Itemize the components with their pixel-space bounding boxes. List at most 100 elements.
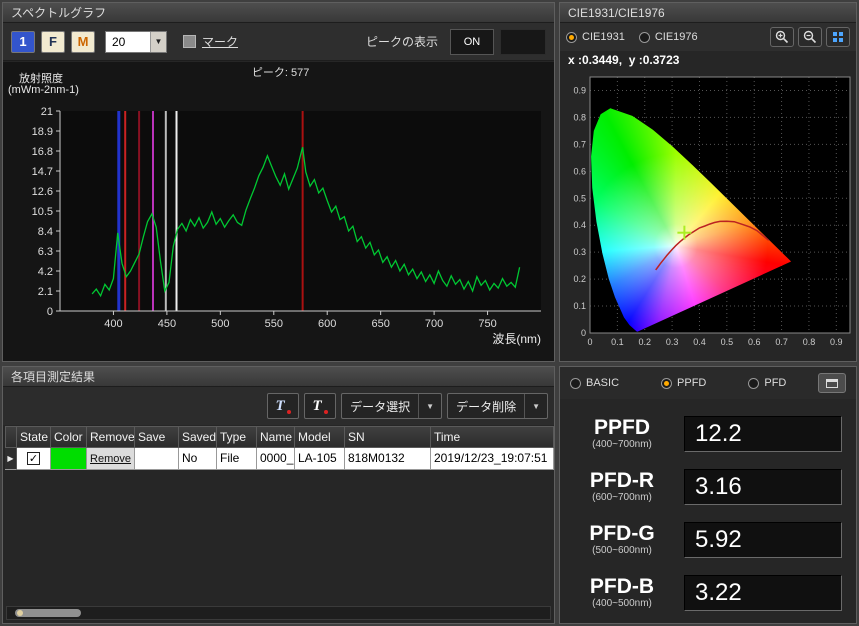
font-style-button-2[interactable]: T [304, 393, 336, 419]
average-count-select[interactable]: 20 ▼ [105, 31, 167, 53]
radio-label: PFD [764, 377, 786, 389]
font-icon: T [276, 398, 285, 415]
horizontal-scrollbar[interactable] [6, 606, 551, 620]
measurement-value: 3.16 [684, 469, 842, 505]
fit-view-button[interactable] [826, 27, 850, 47]
column-header-model[interactable]: Model [295, 426, 345, 448]
radio-dot [661, 378, 672, 389]
measurement-range: (400~500nm) [568, 598, 676, 609]
x-tick-label: 750 [478, 318, 496, 330]
measurement-value: 3.22 [684, 575, 842, 611]
peak-toggle-off-area[interactable] [500, 29, 546, 55]
cie-x-tick-label: 0.3 [666, 337, 679, 347]
cie-y-tick-label: 0.7 [573, 139, 586, 149]
mark-checkbox[interactable] [183, 35, 196, 48]
remove-button[interactable]: Remove [90, 449, 131, 469]
view-m-button[interactable]: M [71, 31, 95, 53]
cie-y-tick-label: 0.5 [573, 193, 586, 203]
cie-x-tick-label: 0.6 [748, 337, 761, 347]
view-1-button[interactable]: 1 [11, 31, 35, 53]
state-cell[interactable]: ✓ [17, 448, 51, 470]
measurement-value: 5.92 [684, 522, 842, 558]
cie-y-tick-label: 0.2 [573, 274, 586, 284]
ppfd-toolbar: BASIC PPFD PFD [560, 367, 856, 399]
measurement-row-ppfd: PPFD(400~700nm)12.2 [560, 407, 856, 460]
column-header-time[interactable]: Time [431, 426, 554, 448]
y-tick-label: 6.3 [38, 246, 53, 258]
column-header-type[interactable]: Type [217, 426, 257, 448]
data-delete-button[interactable]: データ削除 ▼ [447, 393, 548, 419]
row-selector-header [5, 426, 17, 448]
radio-label: BASIC [586, 377, 619, 389]
column-header-sn[interactable]: SN [345, 426, 431, 448]
cie-y-tick-label: 0.6 [573, 166, 586, 176]
font-color-dot [324, 410, 328, 414]
data-select-button[interactable]: データ選択 ▼ [341, 393, 442, 419]
measurement-value: 12.2 [684, 416, 842, 452]
cie-y-tick-label: 0 [581, 328, 586, 338]
state-checkbox[interactable]: ✓ [27, 452, 40, 465]
grid-icon [833, 32, 837, 36]
measurement-name: PFD-B [568, 576, 676, 598]
application-window: スペクトルグラフ 1 F M 20 ▼ マーク ピークの表示 ON 放射照度 (… [0, 0, 859, 626]
cie-plot: 000.10.10.20.20.30.30.40.40.50.50.60.60.… [560, 71, 856, 361]
color-cell[interactable] [51, 448, 87, 470]
ppfd-radio-group: BASIC PPFD PFD [570, 377, 786, 389]
y-tick-label: 21 [41, 106, 53, 118]
table-header-row: StateColorRemoveSaveSavedTypeNameModelSN… [5, 426, 554, 448]
cie-y-tick-label: 0.1 [573, 301, 586, 311]
radio-ppfd[interactable]: PPFD [661, 377, 706, 389]
radio-cie1931[interactable]: CIE1931 [566, 31, 625, 43]
zoom-out-icon [803, 30, 817, 44]
scrollbar-thumb[interactable] [15, 609, 81, 617]
y-tick-label: 16.8 [32, 146, 53, 158]
radio-basic[interactable]: BASIC [570, 377, 619, 389]
cie-x-tick-label: 0.9 [830, 337, 843, 347]
time-cell: 2019/12/23_19:07:51 [431, 448, 554, 470]
column-header-state[interactable]: State [17, 426, 51, 448]
measurement-values: PPFD(400~700nm)12.2PFD-R(600~700nm)3.16 P… [560, 407, 856, 619]
measurement-label: PFD-B(400~500nm) [568, 576, 676, 609]
column-header-remove[interactable]: Remove [87, 426, 135, 448]
cie-x-tick-label: 0 [587, 337, 592, 347]
font-icon: T [313, 398, 322, 415]
cie-panel-title: CIE1931/CIE1976 [560, 3, 856, 23]
radio-dot [566, 32, 577, 43]
view-f-button[interactable]: F [41, 31, 65, 53]
cie-x-tick-label: 0.4 [693, 337, 706, 347]
cie-tools [770, 27, 850, 47]
measurement-results-panel: 各項目測定結果 T T データ選択 ▼ データ削除 ▼ StateColorRe… [2, 366, 555, 624]
column-header-color[interactable]: Color [51, 426, 87, 448]
zoom-out-button[interactable] [798, 27, 822, 47]
measurement-row-pfd-r: PFD-R(600~700nm)3.16 [560, 460, 856, 513]
x-tick-label: 550 [265, 318, 283, 330]
row-selector[interactable]: ▶ [5, 448, 17, 470]
y-tick-label: 14.7 [32, 166, 53, 178]
save-cell[interactable] [135, 448, 179, 470]
chevron-down-icon: ▼ [524, 394, 547, 418]
peak-display-label: ピークの表示 [366, 33, 438, 50]
cie-y-tick-label: 0.9 [573, 85, 586, 95]
column-header-saved[interactable]: Saved [179, 426, 217, 448]
cie-y-tick-label: 0.8 [573, 112, 586, 122]
chromaticity-coordinates: x :0.3449, y :0.3723 [560, 51, 856, 69]
results-toolbar: T T データ選択 ▼ データ削除 ▼ [3, 387, 554, 425]
cie-x-tick-label: 0.5 [721, 337, 734, 347]
cie-x-tick-label: 0.2 [638, 337, 651, 347]
y-tick-label: 10.5 [32, 206, 53, 218]
column-header-name[interactable]: Name [257, 426, 295, 448]
y-tick-label: 8.4 [38, 226, 53, 238]
cie-radio-group: CIE1931 CIE1976 [566, 31, 698, 43]
zoom-in-button[interactable] [770, 27, 794, 47]
cie-x-tick-label: 0.1 [611, 337, 624, 347]
chevron-down-icon: ▼ [150, 32, 166, 52]
results-panel-title: 各項目測定結果 [3, 367, 554, 387]
peak-toggle-on-button[interactable]: ON [450, 29, 494, 55]
font-style-button-1[interactable]: T [267, 393, 299, 419]
x-tick-label: 400 [104, 318, 122, 330]
radio-pfd[interactable]: PFD [748, 377, 786, 389]
display-mode-button[interactable] [818, 373, 846, 393]
table-row[interactable]: ▶✓RemoveNoFile0000_LA-105818M01322019/12… [5, 448, 554, 470]
radio-cie1976[interactable]: CIE1976 [639, 31, 698, 43]
column-header-save[interactable]: Save [135, 426, 179, 448]
